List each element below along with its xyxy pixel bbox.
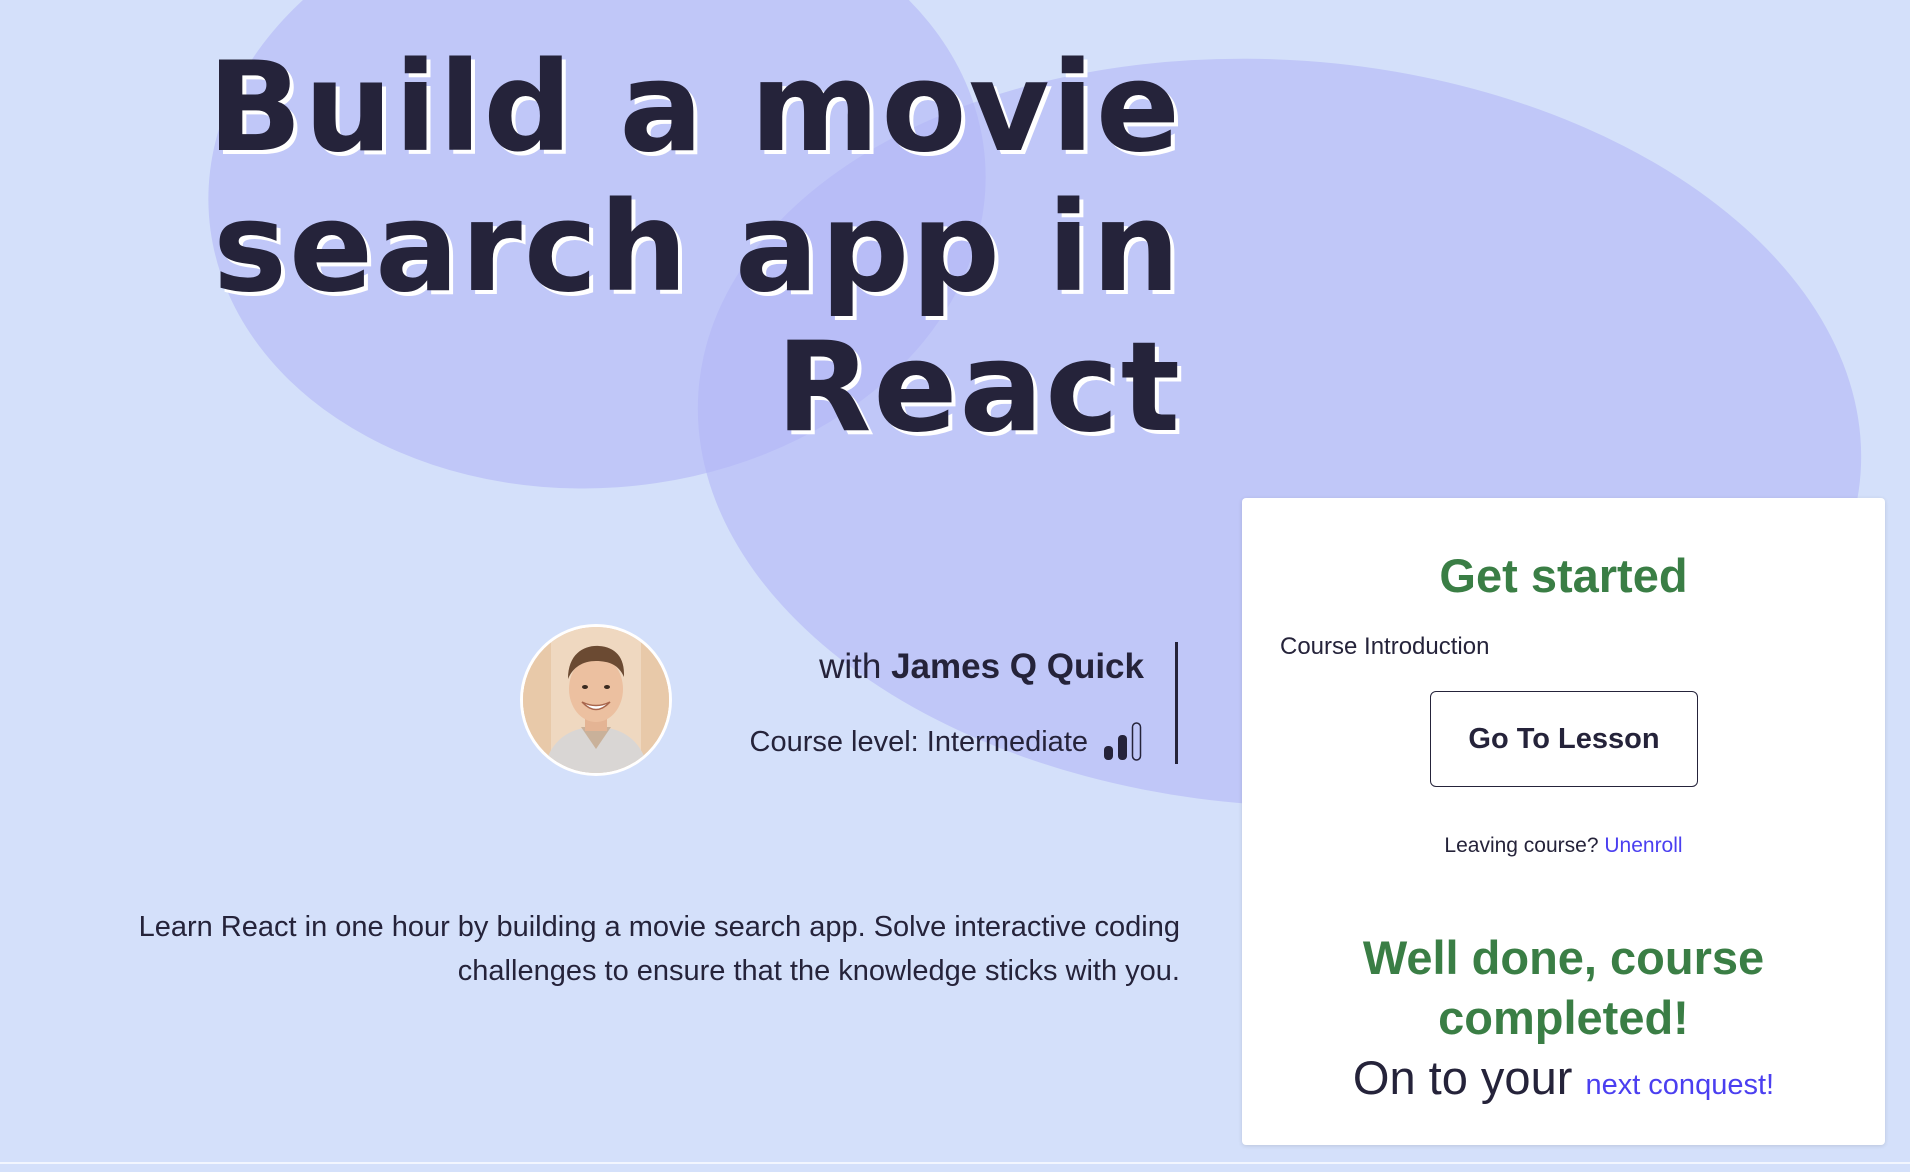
signal-bars-icon bbox=[1104, 722, 1142, 761]
divider bbox=[0, 1162, 1910, 1164]
course-title-line: React bbox=[775, 316, 1182, 460]
get-started-card: Get started Course Introduction Go To Le… bbox=[1242, 498, 1885, 1145]
with-prefix: with bbox=[819, 647, 882, 686]
lesson-name: Course Introduction bbox=[1280, 633, 1490, 660]
course-level-label: Course level: Intermediate bbox=[749, 726, 1089, 758]
unenroll-link[interactable]: Unenroll bbox=[1604, 834, 1682, 857]
conquest-text: On to your bbox=[1352, 1051, 1573, 1104]
instructor-avatar bbox=[520, 624, 672, 776]
course-level: Course level: Intermediate bbox=[750, 722, 1145, 762]
course-title: Build a movie search app in React bbox=[150, 38, 1182, 458]
leaving-course-text: Leaving course? bbox=[1444, 834, 1599, 857]
card-title: Get started bbox=[1439, 549, 1688, 602]
instructor-info: with James Q Quick Course level: Interme… bbox=[520, 622, 1180, 782]
instructor-line: with James Q Quick bbox=[819, 647, 1144, 687]
person-portrait-icon bbox=[523, 627, 669, 773]
next-conquest-link[interactable]: next conquest! bbox=[1585, 1069, 1774, 1101]
course-description: Learn React in one hour by building a mo… bbox=[138, 911, 1180, 987]
course-title-line: search app in bbox=[213, 176, 1182, 320]
course-completed-message: Well done, course completed! bbox=[1362, 931, 1765, 1044]
course-page: Build a movie search app in React with J… bbox=[0, 0, 1910, 1172]
leaving-course-line: Leaving course? Unenroll bbox=[1242, 832, 1885, 860]
next-conquest-line: On to your next conquest! bbox=[1242, 1050, 1885, 1113]
course-title-line: Build a movie bbox=[207, 36, 1182, 180]
vertical-divider bbox=[1175, 642, 1178, 764]
go-to-lesson-button[interactable]: Go To Lesson bbox=[1430, 691, 1698, 787]
instructor-name: James Q Quick bbox=[891, 647, 1144, 686]
